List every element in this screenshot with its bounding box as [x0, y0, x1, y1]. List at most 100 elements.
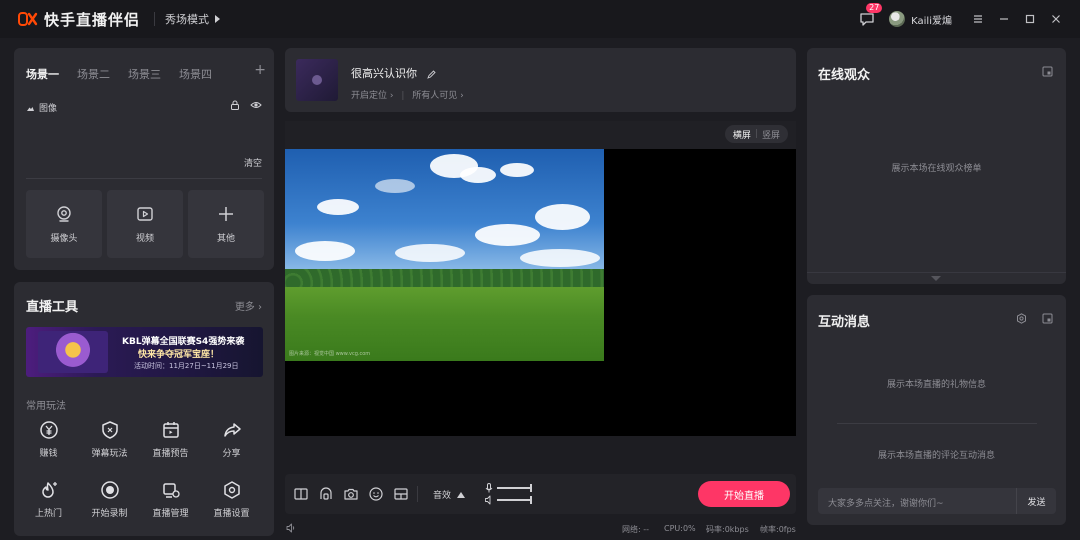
hexagon-settings-icon [223, 481, 240, 499]
webcam-icon [57, 205, 71, 222]
tab-scene-4[interactable]: 场景四 [179, 66, 212, 82]
interaction-divider [837, 423, 1037, 424]
gear-icon[interactable] [1016, 313, 1027, 324]
popout-icon[interactable] [1042, 66, 1053, 77]
menu-button[interactable] [970, 11, 986, 27]
mode-label: 秀场模式 [165, 13, 210, 26]
minimize-button[interactable] [996, 11, 1012, 27]
username[interactable]: Kaili爱煸 [911, 12, 952, 27]
interaction-title: 互动消息 [818, 315, 871, 330]
close-button[interactable] [1048, 11, 1064, 27]
maximize-icon [1025, 14, 1035, 24]
collapse-arrow-icon[interactable] [931, 276, 941, 281]
audience-empty-text: 展示本场在线观众榜单 [891, 164, 982, 174]
mode-selector[interactable]: 秀场模式 [165, 11, 221, 27]
caret-right-icon [215, 15, 221, 23]
source-item-image[interactable]: 图像 [26, 100, 262, 114]
room-subinfo: 开启定位 › | 所有人可见 › [351, 88, 464, 101]
cloud-shape [520, 249, 600, 267]
avatar[interactable] [889, 11, 906, 27]
tools-more-link[interactable]: 更多 › [235, 298, 262, 313]
edit-icon[interactable] [426, 69, 436, 79]
add-scene-button[interactable]: + [254, 62, 266, 78]
speaker-volume-slider[interactable] [497, 496, 532, 504]
tools-title: 直播工具 [26, 300, 79, 315]
split-screen-button[interactable] [293, 486, 309, 502]
beauty-button[interactable] [318, 486, 334, 502]
visibility-selector[interactable]: 所有人可见 › [412, 91, 463, 101]
clear-sources-button[interactable]: 清空 [244, 156, 262, 169]
control-bar: 音效 开始直播 [285, 474, 796, 514]
orientation-toggle[interactable]: 横屏 | 竖屏 [724, 125, 788, 143]
audience-bottom-line [807, 272, 1066, 273]
other-source-button[interactable]: 其他 [188, 190, 264, 258]
banner-line-3: 活动时间：11月27日~11月29日 [134, 362, 239, 370]
audience-title: 在线观众 [818, 68, 871, 83]
caret-up-icon [457, 491, 466, 498]
message-button[interactable]: 27 [859, 3, 883, 27]
control-divider [417, 486, 418, 502]
layout-button[interactable] [393, 486, 409, 502]
smiley-icon [369, 487, 383, 501]
tool-label: 直播预告 [152, 449, 189, 459]
gift-empty-text: 展示本场直播的礼物信息 [886, 380, 986, 390]
share-tool[interactable]: 分享 [201, 420, 262, 480]
cloud-shape [295, 241, 355, 261]
tool-label: 分享 [222, 449, 241, 459]
preview-toolbar: 横屏 | 竖屏 [285, 121, 796, 149]
mic-volume-row [485, 482, 532, 494]
cloud-shape [535, 204, 590, 230]
shield-icon [101, 421, 118, 439]
mic-volume-slider[interactable] [497, 484, 532, 492]
network-status: 网络: -- [622, 525, 650, 534]
message-icon [860, 13, 874, 26]
earn-money-tool[interactable]: 赚钱 [18, 420, 79, 480]
portrait-option[interactable]: 竖屏 [762, 128, 780, 141]
face-filter-icon [320, 487, 332, 500]
chat-input[interactable]: 大家多多点关注，谢谢你们~ 发送 [818, 488, 1056, 514]
screenshot-button[interactable] [343, 486, 359, 502]
cpu-status: CPU:0% [664, 524, 696, 533]
image-watermark: 图片来源：视觉中国 www.vcg.com [289, 351, 371, 357]
stream-preview[interactable]: 横屏 | 竖屏 图片来源：视觉中国 www.vcg.com [285, 121, 796, 436]
image-icon [27, 106, 34, 111]
common-features-label: 常用玩法 [26, 401, 66, 412]
plus-icon [219, 206, 233, 221]
maximize-button[interactable] [1022, 11, 1038, 27]
image-source-layer[interactable]: 图片来源：视觉中国 www.vcg.com [285, 149, 604, 361]
eye-icon[interactable] [250, 100, 262, 110]
lock-icon[interactable] [230, 100, 240, 110]
location-toggle[interactable]: 开启定位 › [351, 91, 393, 101]
video-source-button[interactable]: 视频 [107, 190, 183, 258]
tab-scene-1[interactable]: 场景一 [26, 66, 59, 82]
bitrate-status: 码率:0kbps [706, 525, 749, 534]
audience-panel: 在线观众 展示本场在线观众榜单 [807, 48, 1066, 284]
tab-scene-3[interactable]: 场景三 [128, 66, 161, 82]
close-icon [1052, 15, 1060, 23]
speaker-icon [485, 495, 491, 505]
popout-icon[interactable] [1042, 313, 1053, 324]
start-live-button[interactable]: 开始直播 [698, 481, 790, 507]
tab-scene-2[interactable]: 场景二 [77, 66, 110, 82]
sticker-button[interactable] [368, 486, 384, 502]
tool-label: 赚钱 [39, 449, 58, 459]
cloud-shape [500, 163, 534, 177]
scene-tabs: 场景一 场景二 场景三 场景四 [26, 66, 230, 82]
cloud-shape [395, 244, 465, 262]
event-banner[interactable]: KBL弹幕全国联赛S4强势来袭 快来争夺冠军宝座！ 活动时间：11月27日~11… [26, 327, 263, 377]
camera-source-button[interactable]: 摄像头 [26, 190, 102, 258]
scene-divider [26, 178, 262, 179]
flame-plus-icon [41, 482, 57, 498]
room-title-row[interactable]: 很高兴认识你 [351, 65, 436, 81]
tool-label: 弹幕玩法 [91, 449, 128, 459]
subinfo-separator: | [401, 91, 405, 101]
live-preview-tool[interactable]: 直播预告 [140, 420, 201, 480]
calendar-icon [162, 422, 179, 438]
landscape-option[interactable]: 横屏 [733, 128, 751, 141]
sound-effect-button[interactable]: 音效 [433, 488, 466, 501]
barrage-game-tool[interactable]: 弹幕玩法 [79, 420, 140, 480]
send-button[interactable]: 发送 [1016, 488, 1056, 514]
live-tools-panel: 直播工具 更多 › KBL弹幕全国联赛S4强势来袭 快来争夺冠军宝座！ 活动时间… [14, 282, 274, 536]
room-cover[interactable] [296, 59, 338, 101]
volume-icon[interactable] [286, 523, 296, 533]
